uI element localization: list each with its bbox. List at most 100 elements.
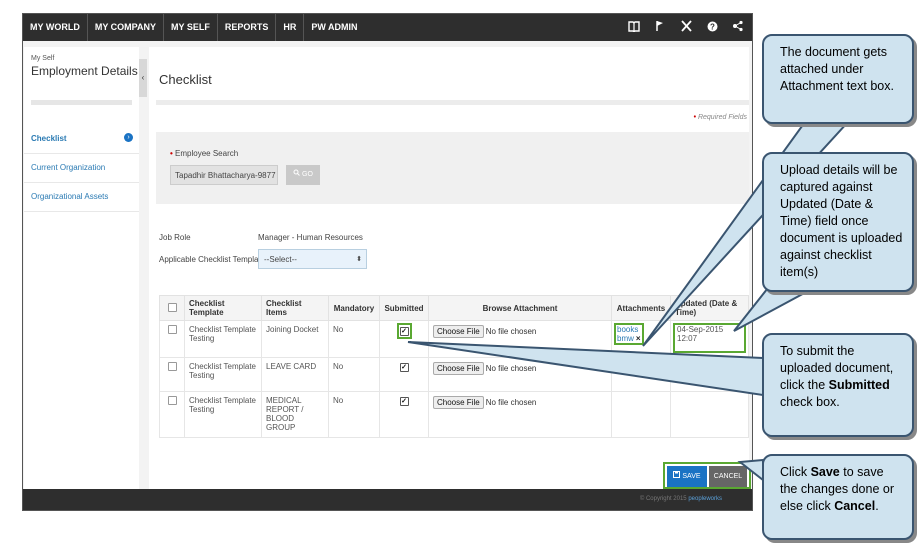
row-select-cell [159,357,185,392]
sidebar-item-label: Current Organization [31,163,106,172]
updated-highlight: 04-Sep-2015 12:07 [673,323,746,353]
attachment-link[interactable]: books [617,325,638,334]
row-checkbox[interactable] [167,362,177,371]
choose-file-button[interactable]: Choose File [433,396,484,409]
col-checklist-items: Checklist Items [261,295,329,321]
table-row: Checklist Template Testing LEAVE CARD No… [159,357,749,392]
sidebar-title: Employment Details [31,64,138,78]
select-arrows-icon: ⬍ [356,256,362,263]
sidebar-item-checklist[interactable]: Checklist › [24,125,139,154]
svg-text:?: ? [710,22,715,31]
nav-hr[interactable]: HR [276,14,305,41]
sidebar-item-current-organization[interactable]: Current Organization [24,154,139,183]
col-mandatory: Mandatory [328,295,380,321]
cell-mandatory: No [328,320,380,358]
search-icon [293,169,300,176]
callout-submit-bold: Submitted [828,378,890,392]
submitted-checkbox[interactable] [399,363,409,372]
tools-icon[interactable] [680,20,692,35]
checklist-table: Checklist Template Checklist Items Manda… [159,295,749,438]
cancel-button[interactable]: CANCEL [709,466,747,487]
employee-search-input[interactable]: Tapadhir Bhattacharya-9877 [170,165,278,185]
cell-mandatory: No [328,357,380,392]
col-submitted: Submitted [379,295,429,321]
row-checkbox[interactable] [167,325,177,334]
callout-updated: Upload details will be captured against … [762,152,914,292]
copyright-text: © Copyright 2015 [639,496,687,502]
cell-browse: Choose File No file chosen [428,357,612,392]
template-select[interactable]: --Select-- ⬍ [258,249,367,269]
choose-file-button[interactable]: Choose File [433,325,484,338]
cell-submitted [379,391,429,438]
job-role-value: Manager - Human Resources [258,233,363,242]
cell-submitted [379,320,429,358]
callout-submit: To submit the uploaded document, click t… [762,333,914,437]
remove-attachment-icon[interactable]: × [647,362,652,371]
cell-updated [670,391,749,438]
share-icon[interactable] [732,20,744,35]
callout-save-end: . [875,499,879,513]
sidebar: My Self Employment Details Checklist › C… [24,47,139,501]
top-navigation-bar: MY WORLD MY COMPANY MY SELF REPORTS HR P… [23,14,752,41]
attachment-link[interactable]: bmw.jpg [616,362,645,371]
remove-attachment-icon[interactable]: × [636,334,641,343]
cell-submitted [379,357,429,392]
cell-item: LEAVE CARD [261,357,329,392]
employee-search-label: • Employee Search [170,149,239,158]
help-icon[interactable]: ? [706,21,718,35]
footer-copyright: © Copyright 2015 peopleworks [640,496,722,502]
go-button[interactable]: GO [286,165,320,185]
callout-save: Click Save to save the changes done or e… [762,454,914,540]
row-select-cell [159,320,185,358]
cell-browse: Choose File No file chosen [428,391,612,438]
table-row: Checklist Template Testing MEDICAL REPOR… [159,391,749,438]
sidebar-section-label: My Self [31,55,55,62]
row-checkbox[interactable] [167,396,177,405]
callout-attach: The document gets attached under Attachm… [762,34,914,124]
submitted-highlight [396,323,412,339]
no-file-text: No file chosen [485,327,537,336]
nav-my-world[interactable]: MY WORLD [23,14,88,41]
app-window: MY WORLD MY COMPANY MY SELF REPORTS HR P… [22,13,753,511]
cell-attachments: bmw.jpg × [611,357,671,392]
cell-item: MEDICAL REPORT / BLOOD GROUP [261,391,329,438]
footer: © Copyright 2015 peopleworks [23,489,752,510]
callout-save-bold: Save [810,465,840,479]
save-icon [673,471,681,478]
nav-my-self[interactable]: MY SELF [164,14,218,41]
attachment-link[interactable]: bmw [617,334,634,343]
required-fields-text: Required Fields [697,114,747,121]
cell-browse: Choose File No file chosen [428,320,612,358]
sidebar-item-organizational-assets[interactable]: Organizational Assets [24,183,139,212]
book-icon[interactable] [628,20,640,35]
cell-attachments: books bmw × [611,320,671,358]
nav-pw-admin[interactable]: PW ADMIN [304,14,364,41]
choose-file-button[interactable]: Choose File [433,362,484,375]
no-file-text: No file chosen [485,398,537,407]
save-button[interactable]: SAVE [667,466,707,487]
nav-reports[interactable]: REPORTS [218,14,277,41]
select-all-cell [159,295,185,321]
sidebar-item-label: Checklist [31,134,67,143]
submitted-checkbox[interactable] [399,397,409,406]
nav-my-company[interactable]: MY COMPANY [88,14,165,41]
collapse-sidebar-toggle[interactable]: ‹ [139,59,147,97]
template-label: Applicable Checklist Template [159,255,266,264]
cell-updated: 04-Sep-2015 12:07 [670,320,749,358]
table-header-row: Checklist Template Checklist Items Manda… [159,295,749,321]
save-button-label: SAVE [682,473,701,480]
page-title: Checklist [159,72,212,87]
submitted-checkbox[interactable] [399,327,409,336]
top-nav-menu: MY WORLD MY COMPANY MY SELF REPORTS HR P… [23,14,365,41]
select-all-checkbox[interactable] [167,302,177,312]
col-updated: Updated (Date & Time) [670,295,749,321]
title-divider [156,100,749,105]
top-icons: ? [628,14,744,41]
template-select-value: --Select-- [264,255,297,264]
attachments-highlight: books bmw × [614,323,644,345]
flag-icon[interactable] [654,20,666,35]
cell-attachments [611,391,671,438]
sidebar-item-label: Organizational Assets [31,192,109,201]
employee-search-panel: • Employee Search Tapadhir Bhattacharya-… [156,132,749,204]
updated-value: 04-Sep-2015 12:07 [677,325,724,343]
